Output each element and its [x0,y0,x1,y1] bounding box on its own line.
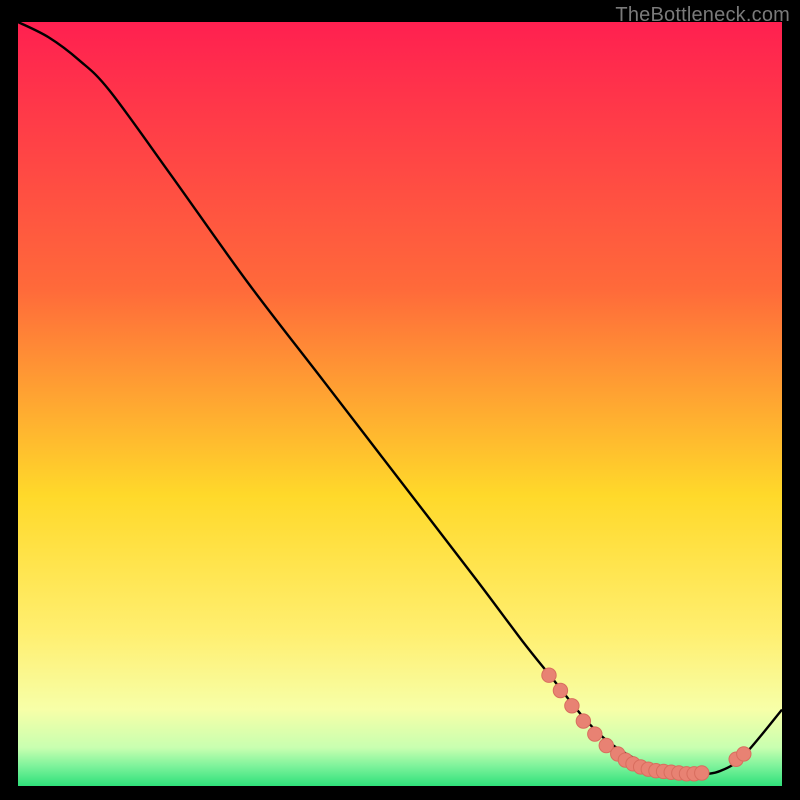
bottleneck-chart [18,22,782,786]
plot-area [18,22,782,786]
data-dot [576,714,590,728]
data-dot [695,766,709,780]
data-dot [588,727,602,741]
chart-frame: TheBottleneck.com [0,0,800,800]
gradient-background [18,22,782,786]
data-dot [542,668,556,682]
data-dot [553,683,567,697]
data-dot [565,699,579,713]
watermark-label: TheBottleneck.com [615,4,790,27]
data-dot [737,747,751,761]
